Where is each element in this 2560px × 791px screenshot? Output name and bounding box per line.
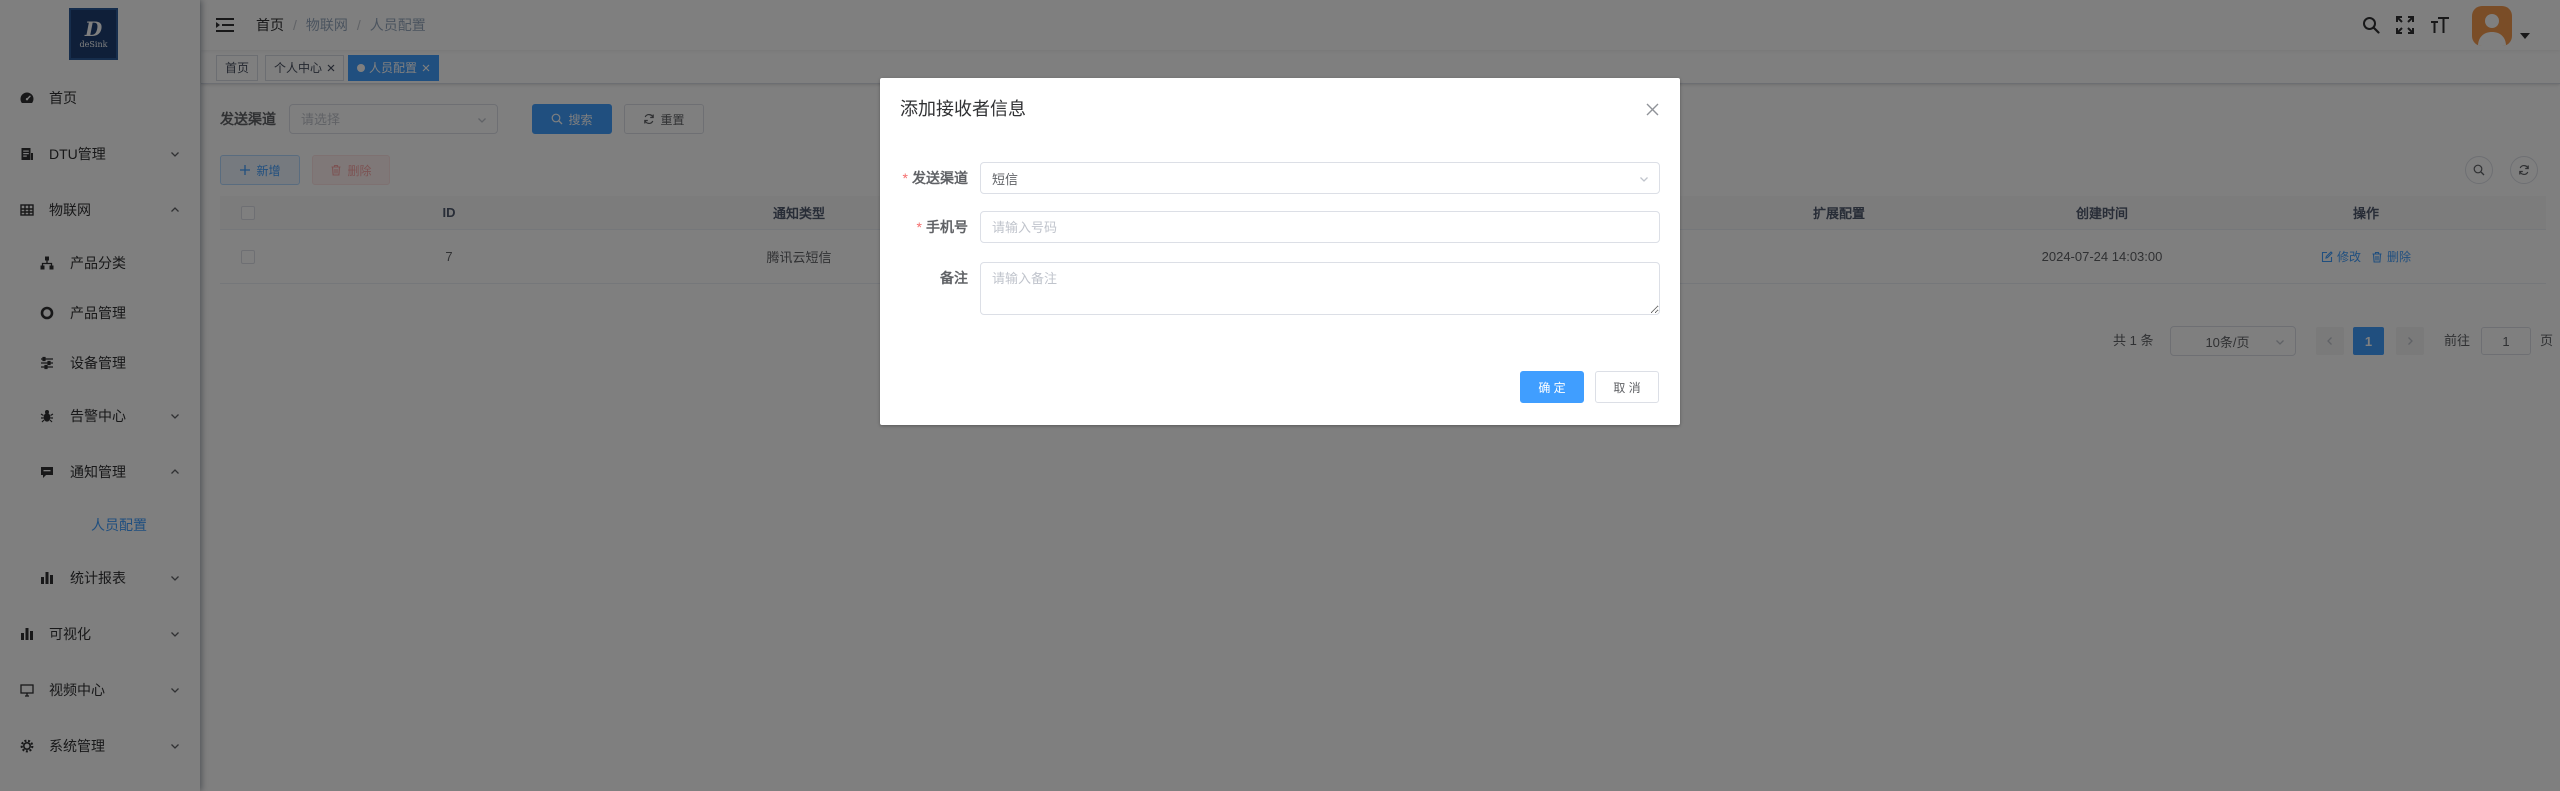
- channel-label-text: 发送渠道: [912, 170, 968, 186]
- remark-field-label: 备注: [940, 270, 968, 286]
- channel-select[interactable]: 短信: [980, 162, 1660, 194]
- phone-input[interactable]: [980, 211, 1660, 243]
- cancel-button[interactable]: 取 消: [1595, 371, 1659, 403]
- channel-field-label: * 发送渠道: [900, 162, 968, 194]
- close-icon[interactable]: [1646, 103, 1659, 116]
- remark-textarea[interactable]: [980, 262, 1660, 315]
- chevron-down-icon: [1639, 174, 1649, 184]
- channel-select-value: 短信: [992, 171, 1019, 187]
- add-receiver-dialog: 添加接收者信息 *发送渠道 短信 *手机号 备注 确 定 取 消: [880, 78, 1680, 425]
- confirm-button[interactable]: 确 定: [1520, 371, 1584, 403]
- phone-label-text: 手机号: [926, 219, 968, 235]
- required-mark: *: [902, 170, 908, 186]
- required-mark: *: [916, 219, 922, 235]
- phone-field-label: * 手机号: [900, 211, 968, 243]
- dialog-title: 添加接收者信息: [900, 99, 1026, 119]
